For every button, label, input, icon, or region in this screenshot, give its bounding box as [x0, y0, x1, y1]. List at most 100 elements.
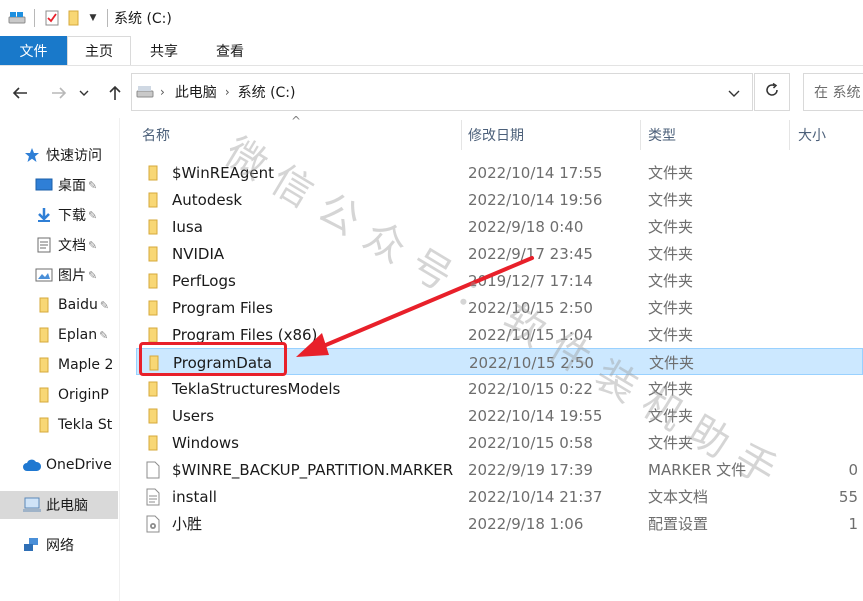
file-row[interactable]: $WINRE_BACKUP_PARTITION.MARKER 2022/9/19 … [136, 456, 863, 483]
column-header-type[interactable]: 类型 [648, 118, 788, 152]
up-arrow-icon[interactable] [103, 81, 127, 105]
sidebar-item[interactable]: 此电脑 [0, 491, 118, 519]
file-date: 2022/9/17 23:45 [468, 244, 593, 263]
file-row[interactable]: 小胜 2022/9/18 1:06 配置设置 1 [136, 510, 863, 537]
file-name: NVIDIA [172, 244, 225, 263]
tab-home[interactable]: 主页 [67, 36, 131, 65]
folder-icon [144, 245, 162, 263]
pane-divider[interactable] [119, 118, 120, 601]
properties-icon[interactable] [41, 6, 63, 30]
file-name-cell: 小胜 [144, 510, 462, 537]
sidebar-item[interactable]: 网络 [0, 531, 118, 559]
pin-icon[interactable]: ✎ [100, 299, 109, 312]
column-divider[interactable] [789, 120, 790, 150]
sidebar-item[interactable]: 图片 ✎ [0, 261, 118, 289]
file-row[interactable]: Iusa 2022/9/18 0:40 文件夹 [136, 213, 863, 240]
file-size [796, 159, 858, 186]
pin-icon[interactable]: ✎ [99, 329, 108, 342]
tab-view[interactable]: 查看 [197, 36, 263, 65]
refresh-button[interactable] [754, 73, 790, 111]
file-icon [144, 461, 162, 479]
file-size: 1 [848, 514, 858, 533]
sidebar-item[interactable]: OriginP [0, 381, 118, 409]
sidebar-item-label: Maple 2 [58, 357, 114, 373]
folder-icon [144, 299, 162, 317]
address-bar[interactable]: › 此电脑 › 系统 (C:) [131, 73, 753, 111]
sidebar-item[interactable]: Tekla St [0, 411, 118, 439]
column-header-name[interactable]: 名称 [142, 118, 458, 152]
pin-icon[interactable]: ✎ [88, 239, 97, 252]
breadcrumb-this-pc[interactable]: 此电脑 [175, 82, 217, 102]
file-date: 2022/10/14 17:55 [468, 163, 603, 182]
file-size [796, 240, 858, 267]
file-name: PerfLogs [172, 271, 236, 290]
tab-file[interactable]: 文件 [0, 36, 67, 65]
customize-toolbar-icon[interactable]: ▼ [85, 6, 101, 30]
file-name-cell: $WinREAgent [144, 159, 462, 186]
sidebar-item[interactable]: Maple 2 [0, 351, 118, 379]
sidebar-item[interactable]: 下载 ✎ [0, 201, 118, 229]
search-input[interactable]: 在 系统 [803, 73, 863, 111]
file-row[interactable]: $WinREAgent 2022/10/14 17:55 文件夹 [136, 159, 863, 186]
sidebar-item[interactable]: Eplan ✎ [0, 321, 118, 349]
sidebar-item[interactable]: 文档 ✎ [0, 231, 118, 259]
forward-arrow-icon[interactable] [47, 81, 71, 105]
file-row[interactable]: Windows 2022/10/15 0:58 文件夹 [136, 429, 863, 456]
file-row[interactable]: PerfLogs 2019/12/7 17:14 文件夹 [136, 267, 863, 294]
breadcrumb-chevron-icon[interactable]: › [225, 85, 230, 99]
file-row[interactable]: install 2022/10/14 21:37 文本文档 55 [136, 483, 863, 510]
column-divider[interactable] [640, 120, 641, 150]
file-row[interactable]: TeklaStructuresModels 2022/10/15 0:22 文件夹 [136, 375, 863, 402]
toolbar-divider [34, 9, 35, 27]
new-folder-icon[interactable] [63, 6, 85, 30]
file-name-cell: TeklaStructuresModels [144, 375, 462, 402]
file-row[interactable]: NVIDIA 2022/9/17 23:45 文件夹 [136, 240, 863, 267]
column-header-size[interactable]: 大小 [798, 118, 858, 152]
pin-icon[interactable]: ✎ [88, 269, 97, 282]
quick-access-toolbar: ▼ [0, 0, 114, 36]
pin-icon[interactable]: ✎ [88, 179, 97, 192]
folder-icon [144, 326, 162, 344]
folder-icon [34, 416, 54, 434]
sidebar-item-label: 此电脑 [46, 498, 88, 514]
file-type: 配置设置 [648, 515, 709, 533]
file-name-cell: Program Files [144, 294, 462, 321]
file-row[interactable]: Program Files 2022/10/15 2:50 文件夹 [136, 294, 863, 321]
sidebar-item-label: Eplan [58, 327, 98, 343]
file-type: 文件夹 [648, 407, 694, 425]
network-icon [22, 536, 42, 554]
file-date: 2022/10/15 0:22 [468, 379, 593, 398]
file-date: 2022/10/15 2:50 [468, 298, 593, 317]
sidebar-item[interactable]: Baidu ✎ [0, 291, 118, 319]
file-name-cell: install [144, 483, 462, 510]
file-size [796, 186, 858, 213]
folder-icon [34, 386, 54, 404]
ribbon-tabs: 文件 主页 共享 查看 [0, 36, 863, 66]
file-name: TeklaStructuresModels [172, 379, 341, 398]
recent-locations-icon[interactable] [77, 81, 91, 105]
file-name: $WINRE_BACKUP_PARTITION.MARKER [172, 460, 454, 479]
tab-share[interactable]: 共享 [131, 36, 197, 65]
folder-icon [144, 164, 162, 182]
sidebar-item[interactable]: 快速访问 [0, 141, 118, 169]
file-type: 文件夹 [648, 434, 694, 452]
breadcrumb-c-drive[interactable]: 系统 (C:) [238, 82, 296, 102]
sidebar-item[interactable]: OneDrive [0, 451, 118, 479]
folder-icon [144, 272, 162, 290]
pin-icon[interactable]: ✎ [88, 209, 97, 222]
breadcrumb-chevron-icon[interactable]: › [160, 85, 165, 99]
column-header-date[interactable]: 修改日期 [468, 118, 638, 152]
document-icon [34, 236, 54, 254]
file-size [796, 402, 858, 429]
sidebar-item-label: Baidu [58, 297, 98, 313]
file-row[interactable]: Autodesk 2022/10/14 19:56 文件夹 [136, 186, 863, 213]
back-arrow-icon[interactable] [8, 81, 32, 105]
download-icon [34, 206, 54, 224]
sidebar-item[interactable]: 桌面 ✎ [0, 171, 118, 199]
sidebar-item-label: 桌面 [58, 178, 86, 194]
address-dropdown-icon[interactable] [728, 86, 740, 102]
column-divider[interactable] [461, 120, 462, 150]
file-row[interactable]: Users 2022/10/14 19:55 文件夹 [136, 402, 863, 429]
sidebar-item-label: Tekla St [58, 417, 113, 433]
file-name: install [172, 487, 217, 506]
